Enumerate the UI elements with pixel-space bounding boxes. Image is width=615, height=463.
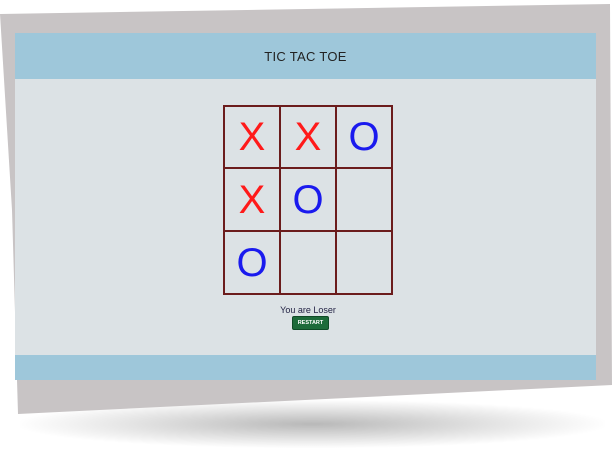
cell-1-1[interactable]: O — [280, 168, 336, 231]
game-status: You are Loser — [280, 305, 336, 315]
cell-0-1[interactable]: X — [280, 106, 336, 168]
restart-button[interactable]: RESTART — [292, 316, 329, 330]
game-screen: TIC TAC TOE X X O X O O You are Loser RE… — [15, 33, 596, 380]
cell-2-2[interactable] — [336, 231, 392, 294]
cell-1-2[interactable] — [336, 168, 392, 231]
cell-2-0[interactable]: O — [224, 231, 280, 294]
photo-stage: TIC TAC TOE X X O X O O You are Loser RE… — [0, 0, 615, 463]
game-title: TIC TAC TOE — [264, 48, 347, 64]
cell-2-1[interactable] — [280, 231, 336, 294]
header-bar: TIC TAC TOE — [15, 33, 596, 79]
cell-1-0[interactable]: X — [224, 168, 280, 231]
footer-bar — [15, 355, 596, 380]
cell-0-0[interactable]: X — [224, 106, 280, 168]
cell-0-2[interactable]: O — [336, 106, 392, 168]
game-board: X X O X O O — [223, 105, 393, 295]
